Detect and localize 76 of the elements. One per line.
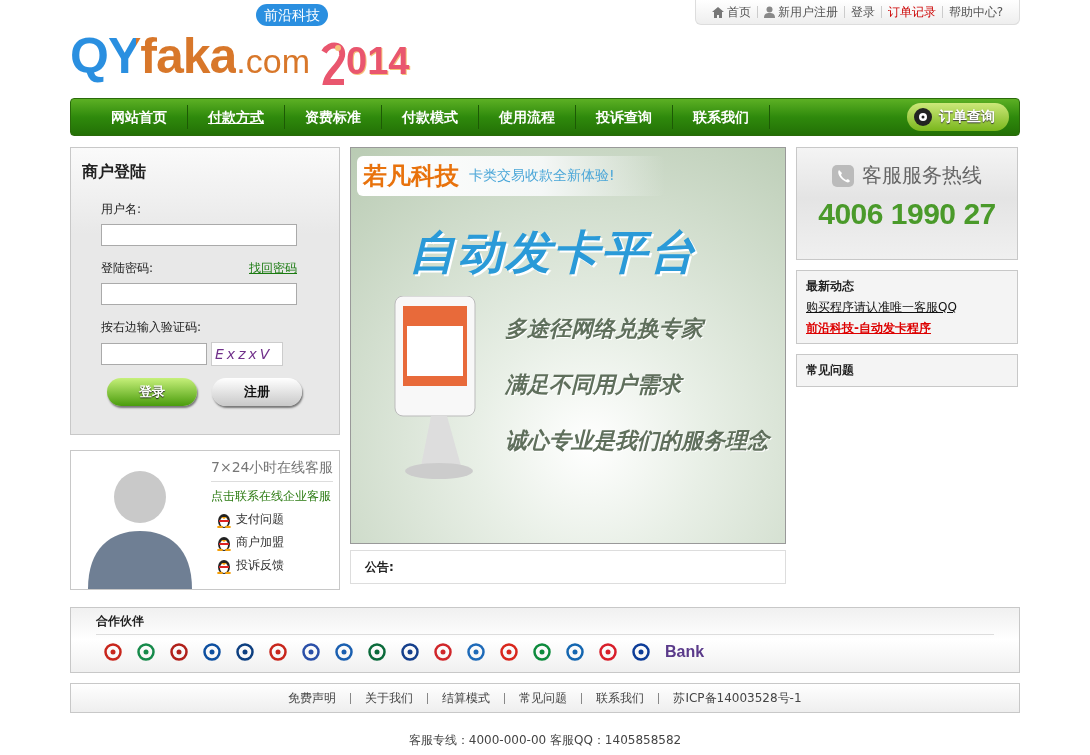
- captcha-image: ExzxV: [211, 342, 283, 366]
- qq-link[interactable]: 商户加盟: [217, 534, 334, 551]
- bank-logo-icon[interactable]: [335, 643, 353, 661]
- faq-title: 常见问题: [806, 362, 855, 379]
- top-link[interactable]: 订单记录: [880, 6, 942, 18]
- footer-note: 客服专线：4000-000-00 客服QQ：1405858582: [407, 732, 683, 749]
- bank-logo-icon[interactable]: [269, 643, 287, 661]
- notice-label: 公告:: [365, 558, 394, 576]
- news-link[interactable]: 购买程序请认准唯一客服QQ: [806, 299, 1008, 316]
- home-icon: [711, 6, 724, 18]
- bank-logo-icon[interactable]: [236, 643, 254, 661]
- hotline-title: 客服服务热线: [862, 162, 982, 189]
- password-field[interactable]: [101, 283, 297, 305]
- nav-item[interactable]: 网站首页: [91, 105, 188, 129]
- bank-logo-icon[interactable]: [599, 643, 617, 661]
- partners-title: 合作伙伴: [96, 613, 145, 630]
- bank-logo-icon[interactable]: [434, 643, 452, 661]
- footer-link[interactable]: 结算模式: [427, 692, 505, 704]
- penguin-icon: [217, 511, 231, 528]
- captcha-field[interactable]: [101, 343, 207, 365]
- online-service-link[interactable]: 点击联系在线企业客服: [211, 488, 334, 505]
- user-icon: [763, 6, 775, 18]
- bank-logo-icon[interactable]: [203, 643, 221, 661]
- logo-domain: .com: [236, 42, 310, 80]
- register-button[interactable]: 注册: [212, 378, 302, 406]
- password-label: 登陆密码:: [101, 260, 154, 277]
- footer-link[interactable]: 苏ICP备14003528号-1: [658, 692, 816, 704]
- bank-logo-icon[interactable]: [170, 643, 188, 661]
- bank-logo-icon[interactable]: [632, 643, 650, 661]
- footer-link[interactable]: 常见问题: [504, 692, 582, 704]
- nav-item[interactable]: 付款方式: [188, 105, 285, 129]
- service-title: 7×24小时在线客服: [211, 459, 334, 482]
- footer-link[interactable]: 联系我们: [581, 692, 659, 704]
- nav-item[interactable]: 资费标准: [285, 105, 382, 129]
- captcha-label: 按右边输入验证码:: [101, 319, 202, 336]
- forgot-password-link[interactable]: 找回密码: [249, 260, 297, 277]
- login-title: 商户登陆: [82, 162, 147, 183]
- footer-link[interactable]: 关于我们: [350, 692, 428, 704]
- top-link[interactable]: 帮助中心?: [941, 6, 1009, 18]
- banner-slogan: 多途径网络兑换专家: [505, 314, 769, 344]
- bank-logo-icon[interactable]: [566, 643, 584, 661]
- nav-item[interactable]: 联系我们: [673, 105, 770, 129]
- phone-icon: [832, 164, 854, 187]
- logo-year: 014: [346, 39, 410, 84]
- news-link[interactable]: 前沿科技-自动发卡程序: [806, 320, 1008, 337]
- banner-brand: 若凡科技: [363, 161, 459, 192]
- bank-logo-icon[interactable]: [302, 643, 320, 661]
- logo-badge: 前沿科技: [256, 4, 328, 26]
- bank-logo-icon[interactable]: [104, 643, 122, 661]
- bank-logo-icon[interactable]: [500, 643, 518, 661]
- top-link[interactable]: 登录: [843, 6, 881, 18]
- banner-tagline: 卡类交易收款全新体验!: [469, 167, 615, 185]
- username-label: 用户名:: [101, 201, 142, 218]
- username-field[interactable]: [101, 224, 297, 246]
- bank-logo-icon[interactable]: [401, 643, 419, 661]
- bank-logo[interactable]: Bank: [665, 643, 705, 661]
- disc-icon: [913, 107, 933, 127]
- bank-logo-icon[interactable]: [368, 643, 386, 661]
- bank-logo-icon[interactable]: [137, 643, 155, 661]
- qq-link[interactable]: 投诉反馈: [217, 557, 334, 574]
- top-link[interactable]: 新用户注册: [756, 6, 844, 18]
- footer-link[interactable]: 免费声明: [274, 692, 351, 704]
- top-link[interactable]: 首页: [705, 6, 757, 18]
- nav-item[interactable]: 投诉查询: [576, 105, 673, 129]
- bank-logo-icon[interactable]: [467, 643, 485, 661]
- news-title: 最新动态: [806, 278, 855, 295]
- banner-slogan: 满足不同用户需求: [505, 370, 769, 400]
- bank-logo-icon[interactable]: [533, 643, 551, 661]
- nav-item[interactable]: 使用流程: [479, 105, 576, 129]
- qq-link[interactable]: 支付问题: [217, 511, 334, 528]
- hotline-number: 4006 1990 27: [818, 197, 996, 231]
- penguin-icon: [217, 557, 231, 574]
- banner-headline: 自动发卡平台: [409, 224, 698, 281]
- nav-item[interactable]: 付款模式: [382, 105, 479, 129]
- banner-slogan: 诚心专业是我们的服务理念: [505, 427, 769, 455]
- penguin-icon: [217, 534, 231, 551]
